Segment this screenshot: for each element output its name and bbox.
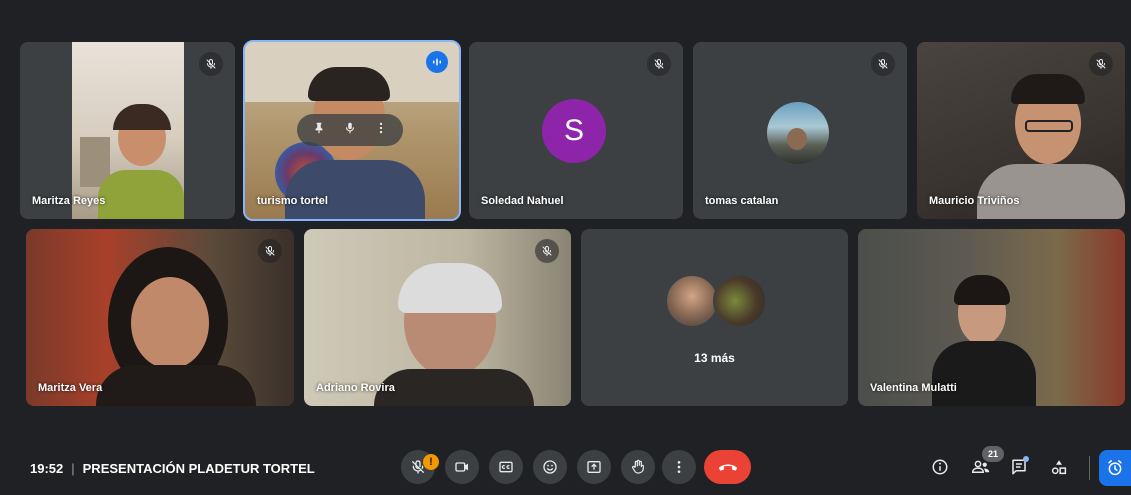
mic-off-icon xyxy=(535,239,559,263)
more-participants-label: 13 más xyxy=(694,351,735,365)
pin-icon[interactable] xyxy=(312,121,326,140)
participant-tile-soledad-nahuel[interactable]: S Soledad Nahuel xyxy=(469,42,683,219)
participant-tile-maritza-reyes[interactable]: Maritza Reyes xyxy=(20,42,235,219)
meeting-time: 19:52 xyxy=(30,461,64,476)
more-vert-icon[interactable] xyxy=(374,121,388,140)
activities-button[interactable] xyxy=(1044,452,1074,482)
mic-warning-badge: ! xyxy=(423,454,439,470)
raise-hand-button[interactable] xyxy=(621,450,655,484)
host-controls-button[interactable] xyxy=(1099,450,1131,486)
meeting-title: PRESENTACIÓN PLADETUR TORTEL xyxy=(82,461,315,476)
leave-call-button[interactable] xyxy=(704,450,751,484)
participant-name: tomas catalan xyxy=(705,195,779,207)
participant-tile-mauricio-trivinos[interactable]: Mauricio Triviños xyxy=(917,42,1125,219)
participant-name: Adriano Rovira xyxy=(316,382,395,394)
participant-tile-valentina-mulatti[interactable]: Valentina Mulatti xyxy=(858,229,1125,406)
end-call-icon xyxy=(718,464,737,471)
captions-icon xyxy=(499,461,513,473)
participant-name: Mauricio Triviños xyxy=(929,195,1020,207)
mic-off-icon xyxy=(647,52,671,76)
meeting-details-button[interactable] xyxy=(925,452,955,482)
mic-off-icon xyxy=(258,239,282,263)
present-icon xyxy=(587,461,601,473)
more-options-button[interactable] xyxy=(662,450,696,484)
chat-unread-dot xyxy=(1023,456,1029,462)
camera-toggle-button[interactable] xyxy=(445,450,479,484)
tile-hover-controls xyxy=(297,114,403,146)
avatar xyxy=(767,102,829,164)
raise-hand-icon xyxy=(632,459,644,474)
participant-tile-adriano-rovira[interactable]: Adriano Rovira xyxy=(304,229,571,406)
video-feed xyxy=(26,229,294,406)
captions-button[interactable] xyxy=(489,450,523,484)
participant-tile-tomas-catalan[interactable]: tomas catalan xyxy=(693,42,907,219)
participant-name: Maritza Vera xyxy=(38,382,103,394)
emoji-icon xyxy=(543,460,557,474)
info-icon xyxy=(932,459,948,475)
speaking-icon xyxy=(426,51,448,73)
mic-icon[interactable] xyxy=(343,121,357,140)
activities-icon xyxy=(1051,460,1067,475)
participant-tile-turismo-tortel[interactable]: turismo tortel xyxy=(243,40,461,221)
more-participants-tile[interactable]: 13 más xyxy=(581,229,848,406)
reactions-button[interactable] xyxy=(533,450,567,484)
toolbar-divider xyxy=(1089,456,1090,480)
video-feed xyxy=(304,229,571,406)
mic-off-icon xyxy=(871,52,895,76)
camera-icon xyxy=(455,462,468,472)
participant-tile-maritza-vera[interactable]: Maritza Vera xyxy=(26,229,294,406)
participant-name: turismo tortel xyxy=(257,195,328,207)
participant-name: Maritza Reyes xyxy=(32,195,106,207)
avatar xyxy=(713,274,767,328)
chat-button[interactable] xyxy=(1004,452,1034,482)
video-feed xyxy=(858,229,1125,406)
more-vert-icon xyxy=(677,461,681,473)
participant-name: Valentina Mulatti xyxy=(870,382,957,394)
avatar xyxy=(665,274,719,328)
present-now-button[interactable] xyxy=(577,450,611,484)
mic-off-icon xyxy=(199,52,223,76)
mic-off-icon xyxy=(1089,52,1113,76)
separator: | xyxy=(71,461,75,476)
avatar: S xyxy=(542,99,606,163)
host-controls-icon xyxy=(1108,460,1122,476)
participant-count-badge: 21 xyxy=(982,446,1004,462)
participant-name: Soledad Nahuel xyxy=(481,195,564,207)
meeting-details: 19:52 | PRESENTACIÓN PLADETUR TORTEL xyxy=(30,461,315,476)
avatar-initial: S xyxy=(563,114,584,147)
